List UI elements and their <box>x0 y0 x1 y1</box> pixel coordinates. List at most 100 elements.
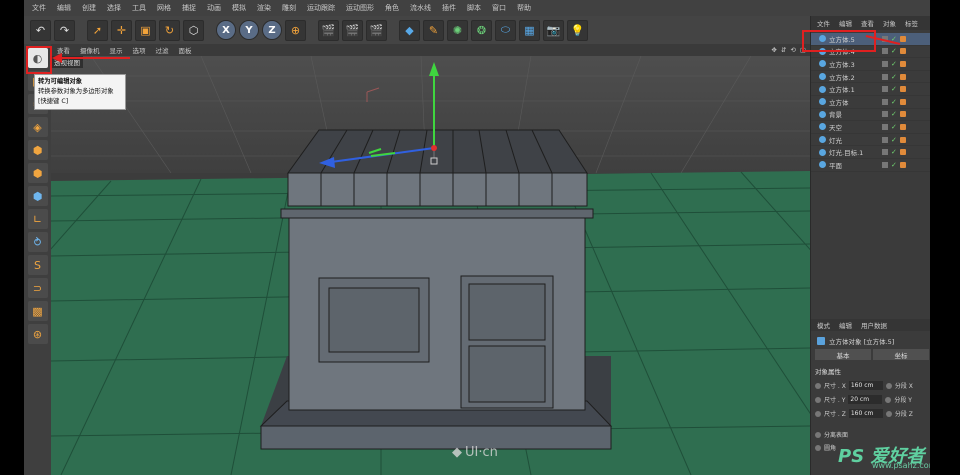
om-tab-view[interactable]: 查看 <box>861 18 874 28</box>
light-button[interactable]: 💡 <box>567 19 588 41</box>
3d-viewport[interactable] <box>51 56 810 475</box>
object-name[interactable]: 天空 <box>829 122 879 132</box>
axis-button[interactable]: ∟ <box>27 209 48 229</box>
menu-item[interactable]: 脚本 <box>467 3 481 13</box>
separate-surfaces-row[interactable]: 分离表面 <box>815 429 931 440</box>
visibility-check-icon[interactable]: ✓ <box>891 110 897 118</box>
menu-item[interactable]: 模拟 <box>232 3 246 13</box>
move-tool-button[interactable]: ✛ <box>111 19 132 41</box>
keyframe-icon[interactable] <box>885 396 892 403</box>
tweak-button[interactable]: ⥁ <box>27 232 48 252</box>
object-name[interactable]: 平面 <box>829 160 879 170</box>
checkbox-icon[interactable] <box>815 431 821 438</box>
layer-icon[interactable] <box>882 149 888 156</box>
coordinate-system-button[interactable]: ⊕ <box>285 19 306 41</box>
magnet-button[interactable]: ⊃ <box>27 278 48 298</box>
undo-button[interactable]: ↶ <box>30 19 51 41</box>
layer-icon[interactable] <box>882 73 888 80</box>
visibility-check-icon[interactable]: ✓ <box>891 123 897 131</box>
object-row[interactable]: 立方体.2 ✓ <box>811 71 931 84</box>
object-name[interactable]: 立方体 <box>829 97 879 107</box>
tag-icon[interactable] <box>899 98 906 105</box>
layer-icon[interactable] <box>882 111 888 118</box>
tag-icon[interactable] <box>899 149 906 156</box>
viewport-menu-options[interactable]: 选项 <box>133 45 146 55</box>
scale-tool-button[interactable]: ▣ <box>135 19 156 41</box>
rotate-view-icon[interactable]: ⟲ <box>790 46 795 54</box>
menu-item[interactable]: 帮助 <box>517 3 531 13</box>
menu-item[interactable]: 插件 <box>442 3 456 13</box>
lock-workplane-button[interactable]: ⊛ <box>27 324 48 344</box>
snap-button[interactable]: S <box>27 255 48 275</box>
visibility-check-icon[interactable]: ✓ <box>891 98 897 106</box>
visibility-check-icon[interactable]: ✓ <box>891 161 897 169</box>
subdivision-surface-button[interactable]: ✺ <box>447 19 468 41</box>
keyframe-icon[interactable] <box>815 410 821 417</box>
size-input[interactable]: 20 cm <box>848 395 883 404</box>
object-row[interactable]: 立方体 ✓ <box>811 96 931 109</box>
deformer-button[interactable]: ⬭ <box>495 19 516 41</box>
render-settings-button[interactable]: 🎬 <box>366 19 387 41</box>
workplane-button[interactable]: ◈ <box>27 117 48 137</box>
redo-button[interactable]: ↷ <box>54 19 75 41</box>
keyframe-icon[interactable] <box>885 382 892 389</box>
object-row[interactable]: 立方体.1 ✓ <box>811 83 931 96</box>
object-row[interactable]: 灯光 ✓ <box>811 134 931 147</box>
pan-icon[interactable]: ✥ <box>771 46 776 54</box>
attr-tab-edit[interactable]: 编辑 <box>839 320 852 330</box>
menu-item[interactable]: 文件 <box>32 3 46 13</box>
menu-item[interactable]: 运动跟踪 <box>307 3 335 13</box>
x-axis-lock-button[interactable]: X <box>216 20 236 40</box>
cube-primitive-button[interactable]: ◆ <box>399 19 420 41</box>
zoom-icon[interactable]: ⇵ <box>781 46 786 54</box>
om-tab-edit[interactable]: 编辑 <box>839 18 852 28</box>
visibility-check-icon[interactable]: ✓ <box>891 136 897 144</box>
keyframe-icon[interactable] <box>885 410 892 417</box>
object-name[interactable]: 灯光.目标.1 <box>829 147 879 157</box>
visibility-check-icon[interactable]: ✓ <box>891 73 897 81</box>
menu-item[interactable]: 雕刻 <box>282 3 296 13</box>
last-tool-button[interactable]: ⬡ <box>183 19 204 41</box>
rotate-tool-button[interactable]: ↻ <box>159 19 180 41</box>
object-row[interactable]: 背景 ✓ <box>811 109 931 122</box>
object-row[interactable]: 灯光.目标.1 ✓ <box>811 146 931 159</box>
size-input[interactable]: 160 cm <box>848 381 883 390</box>
menu-item[interactable]: 选择 <box>107 3 121 13</box>
layer-icon[interactable] <box>882 98 888 105</box>
om-tab-file[interactable]: 文件 <box>817 18 830 28</box>
z-axis-lock-button[interactable]: Z <box>262 20 282 40</box>
polygons-mode-button[interactable]: ⬢ <box>27 186 48 206</box>
y-axis-lock-button[interactable]: Y <box>239 20 259 40</box>
layer-icon[interactable] <box>882 123 888 130</box>
select-tool-button[interactable]: ➚ <box>87 19 108 41</box>
object-row[interactable]: 立方体.3 ✓ <box>811 58 931 71</box>
checkbox-icon[interactable] <box>815 444 821 451</box>
menu-item[interactable]: 工具 <box>132 3 146 13</box>
pen-spline-button[interactable]: ✎ <box>423 19 444 41</box>
object-name[interactable]: 灯光 <box>829 135 879 145</box>
tag-icon[interactable] <box>899 136 906 143</box>
om-tab-tags[interactable]: 标签 <box>905 18 918 28</box>
layer-icon[interactable] <box>882 136 888 143</box>
tag-icon[interactable] <box>899 60 906 67</box>
floor-button[interactable]: ▦ <box>519 19 540 41</box>
basic-button[interactable]: 基本 <box>815 349 871 360</box>
object-name[interactable]: 立方体.1 <box>829 84 879 94</box>
gizmo-center[interactable] <box>431 145 437 151</box>
coord-button[interactable]: 坐标 <box>873 349 929 360</box>
menu-item[interactable]: 流水线 <box>410 3 431 13</box>
menu-item[interactable]: 网格 <box>157 3 171 13</box>
object-name[interactable]: 立方体.3 <box>829 59 879 69</box>
viewport-menu-panel[interactable]: 面板 <box>179 45 192 55</box>
camera-button[interactable]: 📷 <box>543 19 564 41</box>
attr-tab-userdata[interactable]: 用户数据 <box>861 320 887 330</box>
render-picture-viewer-button[interactable]: 🎬 <box>342 19 363 41</box>
tag-icon[interactable] <box>899 86 906 93</box>
visibility-check-icon[interactable]: ✓ <box>891 85 897 93</box>
layer-icon[interactable] <box>882 161 888 168</box>
points-mode-button[interactable]: ⬢ <box>27 140 48 160</box>
layer-icon[interactable] <box>882 86 888 93</box>
object-row[interactable]: 平面 ✓ <box>811 159 931 172</box>
object-name[interactable]: 背景 <box>829 109 879 119</box>
edges-mode-button[interactable]: ⬢ <box>27 163 48 183</box>
